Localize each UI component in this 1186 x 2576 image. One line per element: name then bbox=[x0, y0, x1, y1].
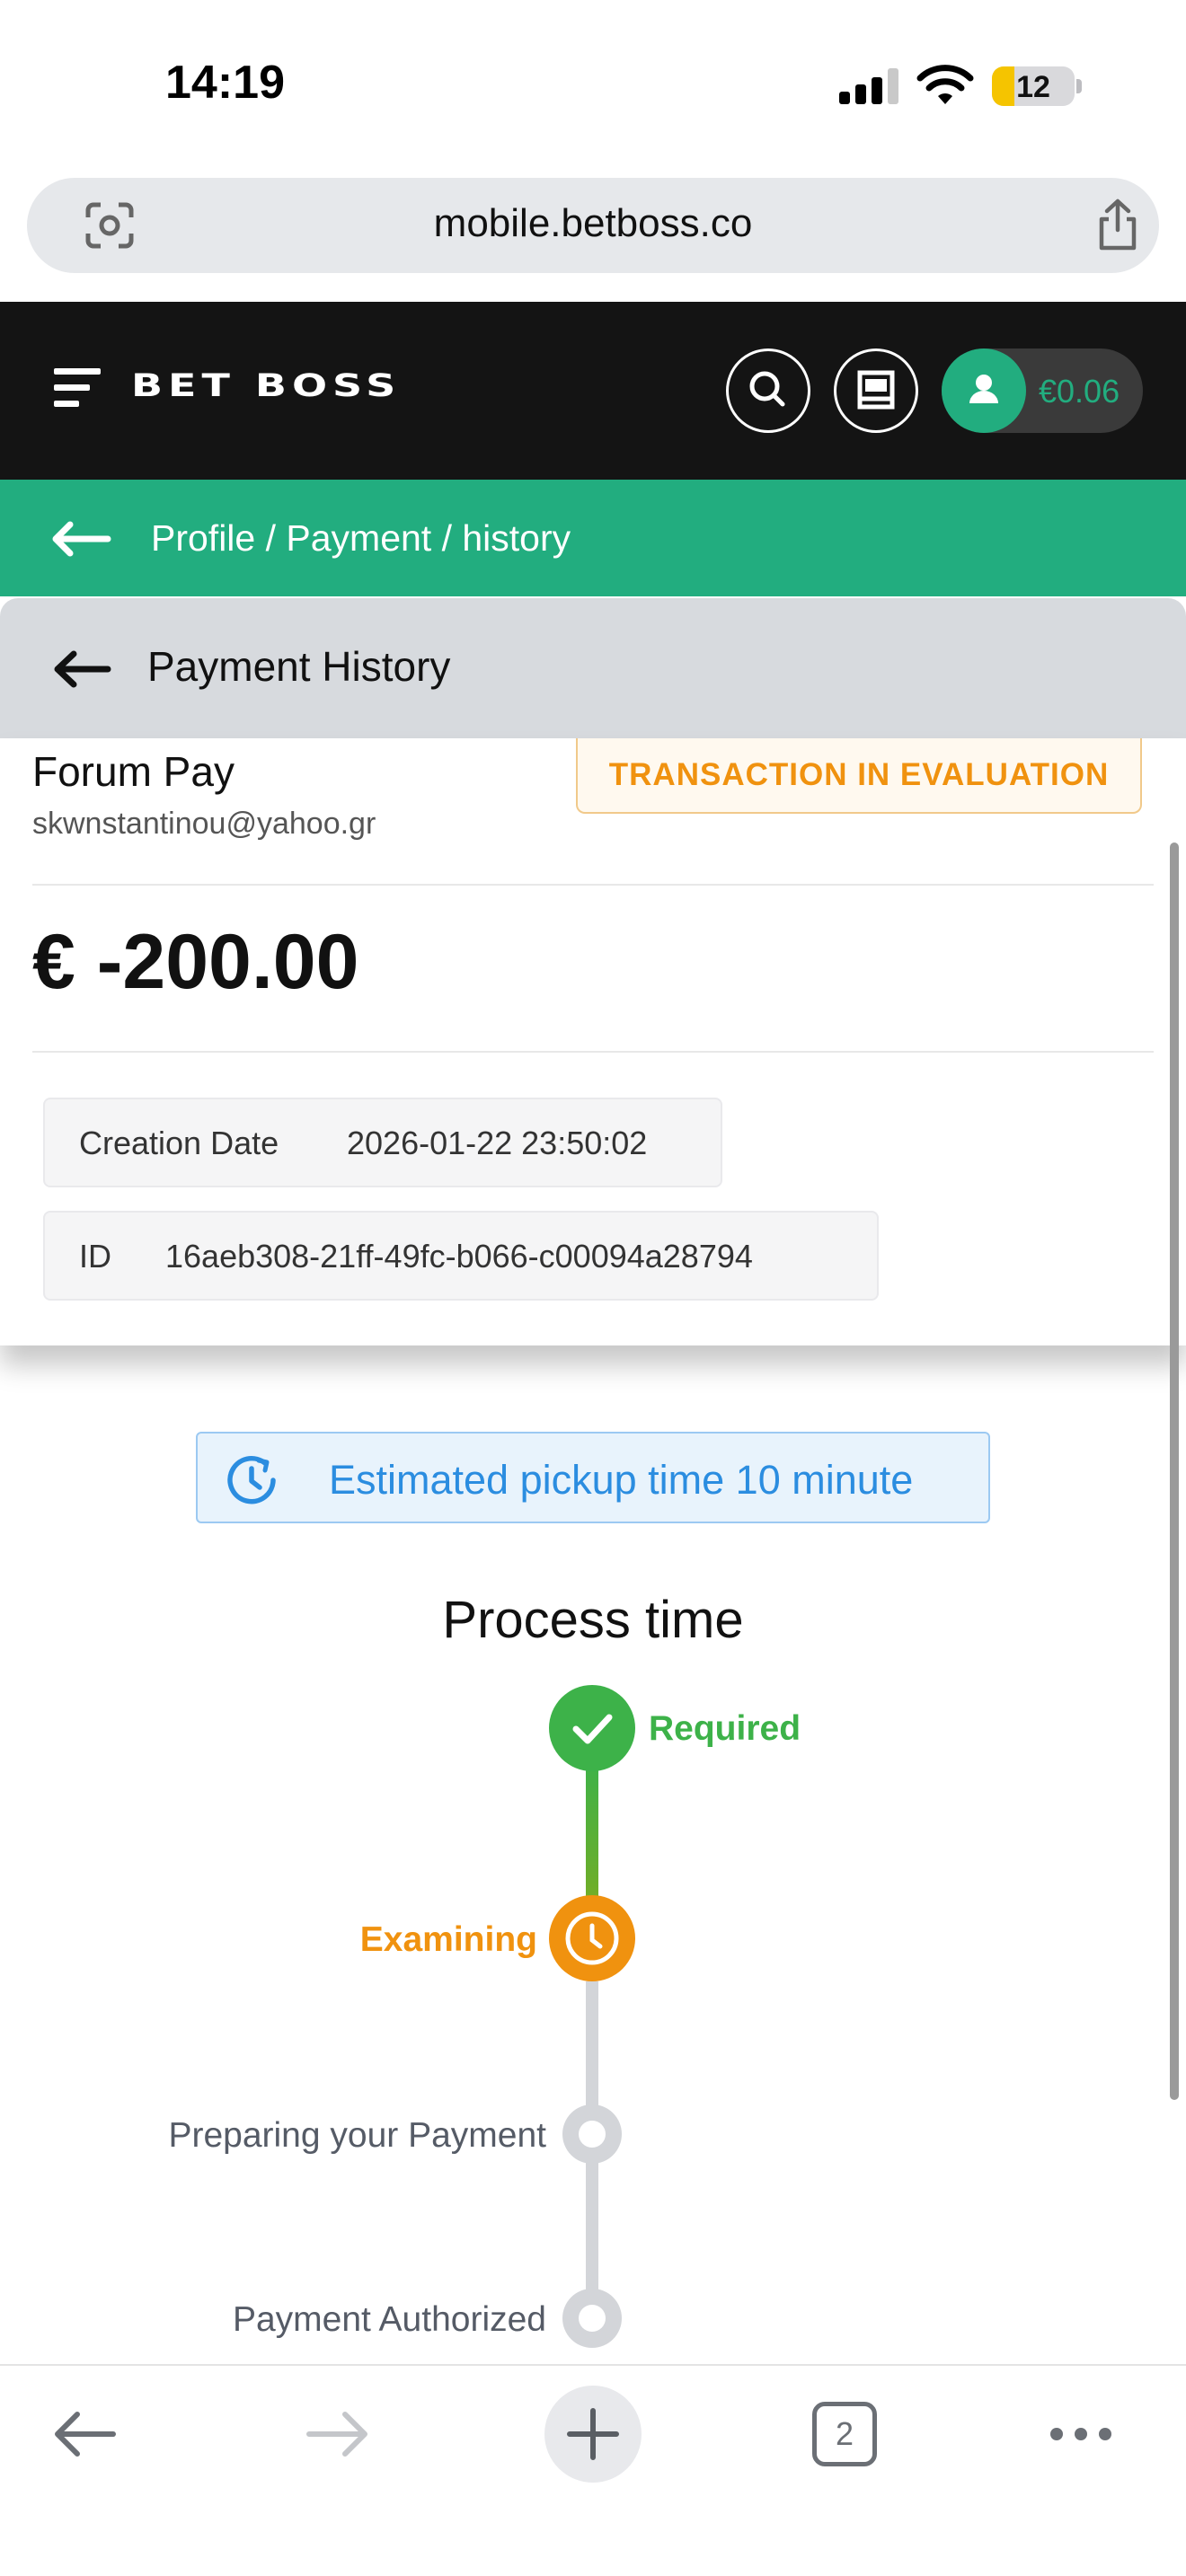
timeline-label-authorized: Payment Authorized bbox=[232, 2300, 546, 2339]
creation-date-value: 2026-01-22 23:50:02 bbox=[347, 1125, 648, 1161]
status-badge: TRANSACTION IN EVALUATION bbox=[576, 738, 1142, 814]
transaction-id-value: 16aeb308-21ff-49fc-b066-c00094a28794 bbox=[165, 1238, 753, 1275]
arrow-left-icon[interactable] bbox=[50, 519, 111, 559]
more-options-icon[interactable] bbox=[1048, 2423, 1114, 2445]
timeline-step-pending bbox=[562, 2104, 622, 2164]
new-tab-button[interactable] bbox=[544, 2386, 642, 2483]
site-header: BET BOSS €0.06 bbox=[0, 302, 1186, 480]
timeline-step-pending bbox=[562, 2289, 622, 2348]
breadcrumb: Profile / Payment / history bbox=[0, 480, 1186, 596]
transaction-id-chip: ID 16aeb308-21ff-49fc-b066-c00094a28794 bbox=[43, 1211, 879, 1301]
cellular-signal-icon bbox=[839, 68, 900, 104]
breadcrumb-text[interactable]: Profile / Payment / history bbox=[151, 517, 571, 560]
tabs-button[interactable]: 2 bbox=[812, 2402, 877, 2466]
search-icon bbox=[749, 371, 785, 407]
cashier-icon bbox=[857, 370, 895, 410]
transaction-id-label: ID bbox=[79, 1238, 111, 1275]
plus-icon bbox=[567, 2408, 619, 2460]
page-title: Payment History bbox=[147, 643, 451, 690]
account-email: skwnstantinou@yahoo.gr bbox=[32, 807, 376, 841]
hamburger-menu-icon[interactable] bbox=[54, 365, 101, 411]
estimated-pickup-text: Estimated pickup time 10 minute bbox=[329, 1457, 914, 1503]
avatar bbox=[942, 348, 1026, 433]
battery-icon: 12 bbox=[992, 66, 1075, 106]
user-icon bbox=[969, 375, 998, 403]
status-bar: 14:19 12 bbox=[0, 0, 1186, 171]
check-icon bbox=[572, 1714, 613, 1744]
share-icon[interactable] bbox=[1094, 198, 1141, 251]
battery-level: 12 bbox=[1016, 70, 1050, 104]
clock-icon bbox=[565, 1911, 619, 1965]
wifi-icon bbox=[916, 65, 974, 104]
estimated-pickup-notice: Estimated pickup time 10 minute bbox=[196, 1432, 990, 1523]
url-text: mobile.betboss.co bbox=[433, 201, 753, 245]
cashier-button[interactable] bbox=[834, 348, 918, 433]
process-title: Process time bbox=[442, 1591, 744, 1649]
arrow-left-icon[interactable] bbox=[52, 648, 111, 690]
transaction-amount: € -200.00 bbox=[32, 919, 359, 1005]
site-logo[interactable]: BET BOSS bbox=[131, 367, 401, 404]
payment-provider: Forum Pay bbox=[32, 748, 235, 795]
status-time: 14:19 bbox=[165, 57, 285, 109]
timeline-step-done bbox=[549, 1685, 635, 1771]
balance-amount: €0.06 bbox=[1039, 373, 1120, 410]
search-button[interactable] bbox=[726, 348, 810, 433]
timeline-step-active bbox=[549, 1895, 635, 1981]
clock-refresh-icon bbox=[227, 1455, 276, 1504]
transaction-card: Forum Pay skwnstantinou@yahoo.gr TRANSAC… bbox=[0, 738, 1186, 1345]
timeline-label-required: Required bbox=[649, 1709, 801, 1748]
timeline-label-examining: Examining bbox=[359, 1920, 537, 1959]
forward-arrow-icon[interactable] bbox=[305, 2409, 370, 2459]
battery-cap bbox=[1076, 79, 1082, 93]
payment-history-header: Payment History bbox=[0, 598, 1186, 738]
account-balance-button[interactable]: €0.06 bbox=[942, 348, 1143, 433]
creation-date-chip: Creation Date 2026-01-22 23:50:02 bbox=[43, 1098, 722, 1187]
address-bar[interactable]: mobile.betboss.co bbox=[27, 178, 1159, 273]
creation-date-label: Creation Date bbox=[79, 1125, 279, 1161]
timeline-label-preparing: Preparing your Payment bbox=[168, 2116, 546, 2155]
divider bbox=[32, 884, 1154, 886]
scrollbar[interactable] bbox=[1170, 842, 1179, 2100]
divider bbox=[32, 1051, 1154, 1053]
browser-toolbar: 2 bbox=[0, 2364, 1186, 2576]
back-arrow-icon[interactable] bbox=[52, 2409, 117, 2459]
